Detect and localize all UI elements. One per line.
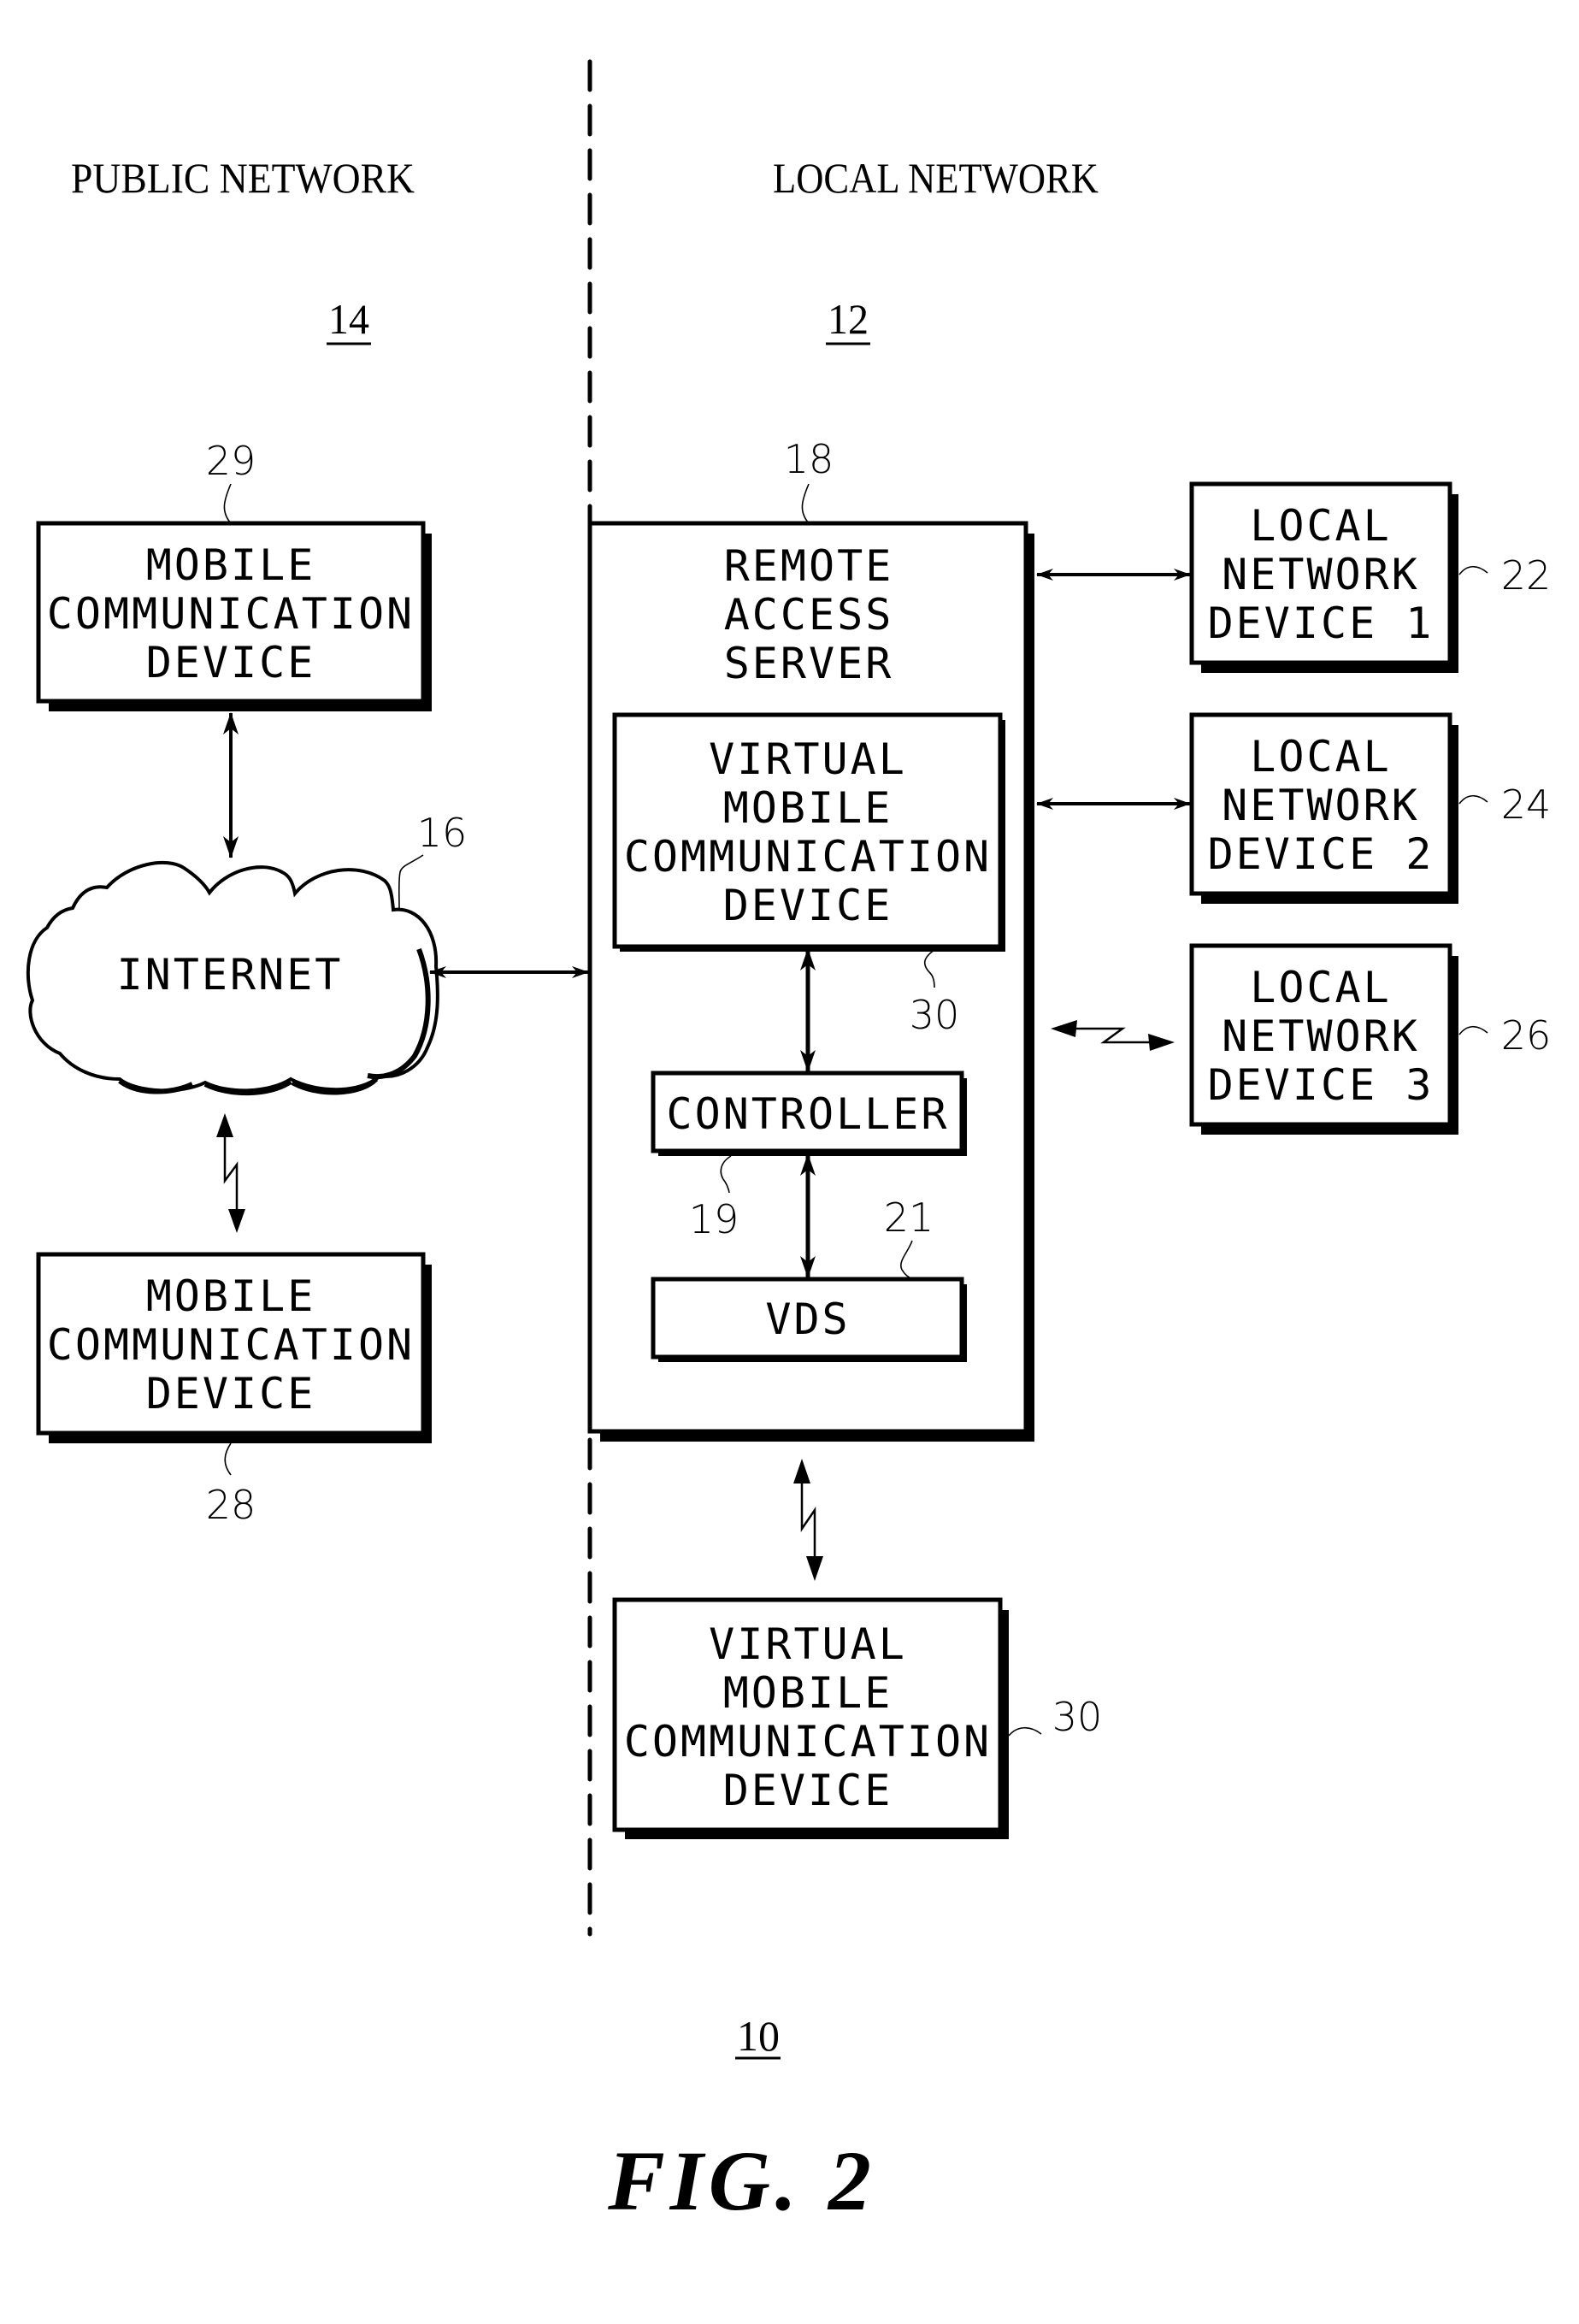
ref-19: 19 [689, 1196, 739, 1242]
arrowhead-right [1148, 1034, 1175, 1051]
ref-30-outer: 30 [1052, 1694, 1103, 1740]
box-label-line: DEVICE 3 [1208, 1060, 1435, 1110]
leader-16 [398, 854, 424, 910]
public-network-label: PUBLIC NETWORK [71, 154, 415, 202]
ref-16: 16 [417, 810, 468, 856]
wireless-link [1069, 1027, 1156, 1044]
virtual-mobile-device-outer: VIRTUAL MOBILE COMMUNICATION DEVICE [612, 1597, 1009, 1839]
wireless-arrow-internet-mobile [216, 1113, 245, 1233]
mobile-device-28: MOBILE COMMUNICATION DEVICE [36, 1252, 432, 1443]
mobile-device-29: MOBILE COMMUNICATION DEVICE [36, 521, 432, 711]
wireless-arrow-server-lnd3 [1051, 1020, 1175, 1051]
local-network-ref: 12 [828, 295, 869, 343]
ref-22: 22 [1501, 552, 1552, 599]
ref-28: 28 [206, 1482, 256, 1528]
network-diagram: PUBLIC NETWORK LOCAL NETWORK 14 12 MOBIL… [26, 59, 1552, 2228]
box-label-line: NETWORK [1222, 550, 1420, 599]
box-label-line: DEVICE [723, 1766, 893, 1815]
box-label-line: VIRTUAL [709, 734, 907, 784]
box-label-line: DEVICE [146, 1369, 316, 1419]
box-label-line: MOBILE [146, 1271, 316, 1321]
leader-28 [224, 1442, 232, 1476]
ref-21: 21 [884, 1194, 934, 1241]
arrowhead-left [1051, 1020, 1077, 1037]
vds: VDS [651, 1277, 967, 1362]
leader-30-outer [1008, 1726, 1042, 1737]
local-network-device-3: LOCAL NETWORK DEVICE 3 [1189, 943, 1458, 1135]
local-network-device-2: LOCAL NETWORK DEVICE 2 [1189, 712, 1458, 904]
arrowhead-up [216, 1113, 233, 1137]
box-label-line: NETWORK [1222, 781, 1420, 830]
box-label-line: SERVER [724, 639, 894, 688]
box-label-line: DEVICE [723, 881, 893, 930]
leader-26 [1458, 1025, 1488, 1035]
box-label-line: MOBILE [146, 540, 316, 590]
figure-caption: FIG. 2 [607, 2133, 876, 2228]
box-label-line: ACCESS [724, 590, 894, 640]
box-label-line: DEVICE 1 [1208, 599, 1435, 648]
wireless-arrow-server-vmcd [793, 1459, 823, 1581]
leader-18 [801, 483, 810, 524]
box-label-line: LOCAL [1250, 732, 1392, 782]
box-label-line: COMMUNICATION [47, 589, 415, 639]
ref-18: 18 [784, 436, 834, 482]
box-label-line: VIRTUAL [709, 1619, 907, 1669]
box-label-line: LOCAL [1250, 963, 1392, 1012]
internet-cloud: INTERNET [26, 861, 439, 1096]
local-network-device-1: LOCAL NETWORK DEVICE 1 [1189, 481, 1458, 673]
internet-label: INTERNET [117, 950, 344, 1000]
box-label-line: REMOTE [724, 541, 894, 591]
arrowhead-up [793, 1459, 810, 1483]
ref-29: 29 [206, 438, 256, 484]
box-label-line: MOBILE [723, 783, 893, 833]
local-network-label: LOCAL NETWORK [773, 154, 1099, 202]
controller-label: CONTROLLER [666, 1089, 949, 1139]
box-label-line: MOBILE [723, 1668, 893, 1718]
leader-22 [1458, 565, 1488, 575]
leader-29 [223, 483, 232, 524]
box-label-line: COMMUNICATION [624, 832, 992, 882]
box-label-line: NETWORK [1222, 1012, 1420, 1061]
ref-30-inner: 30 [910, 992, 960, 1038]
wireless-link [223, 1129, 239, 1218]
box-label-line: DEVICE [146, 638, 316, 687]
controller: CONTROLLER [651, 1071, 967, 1156]
ref-26: 26 [1501, 1012, 1552, 1059]
leader-24 [1458, 794, 1488, 805]
box-label-line: DEVICE 2 [1208, 829, 1435, 879]
virtual-mobile-device-inner: VIRTUAL MOBILE COMMUNICATION DEVICE [612, 712, 1005, 952]
wireless-link [800, 1475, 816, 1565]
box-label-line: COMMUNICATION [624, 1717, 992, 1767]
arrowhead-down [806, 1556, 823, 1581]
vds-label: VDS [765, 1295, 850, 1344]
ref-24: 24 [1501, 782, 1552, 828]
system-ref: 10 [737, 2012, 780, 2060]
box-label-line: COMMUNICATION [47, 1320, 415, 1370]
box-label-line: LOCAL [1250, 501, 1392, 551]
public-network-ref: 14 [328, 295, 369, 343]
arrowhead-down [228, 1209, 245, 1233]
